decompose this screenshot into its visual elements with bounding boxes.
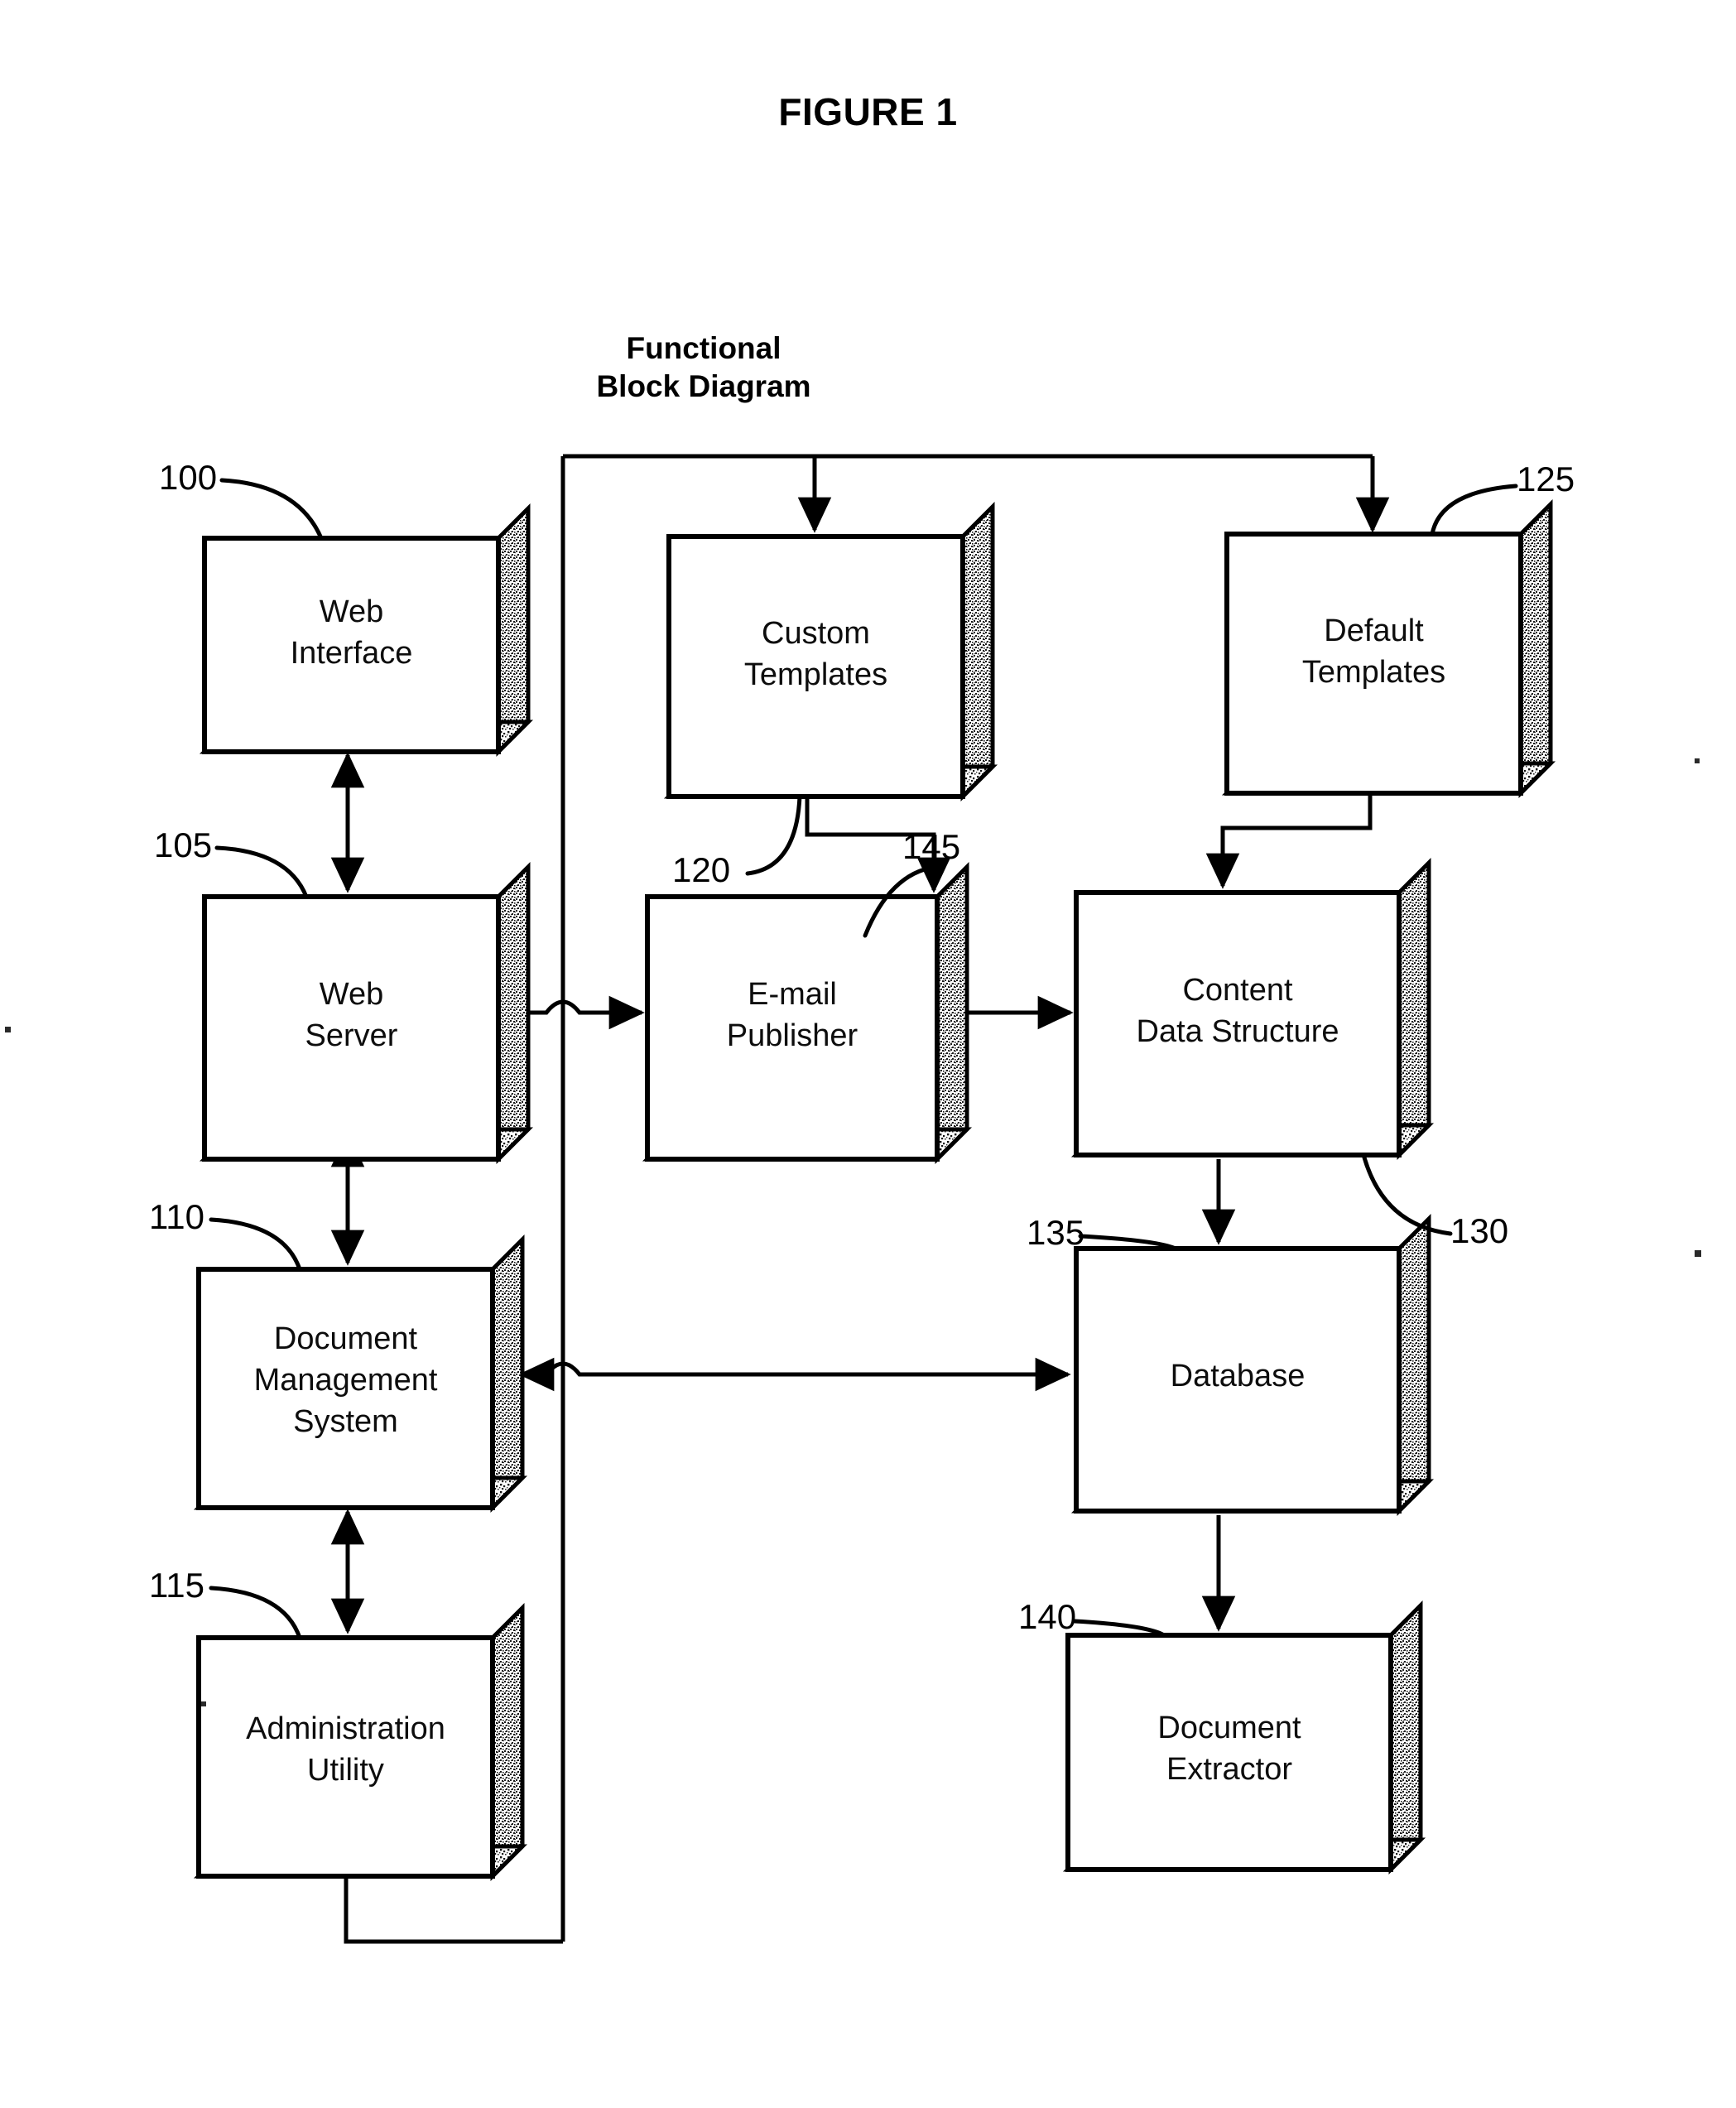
reference-numeral-130: 130	[1450, 1211, 1509, 1250]
block-database[interactable]	[1070, 1213, 1435, 1517]
block-side-face	[490, 1602, 525, 1882]
block-side-face	[1397, 857, 1431, 1161]
block-custom-templates[interactable]	[663, 501, 998, 802]
block-front-face	[666, 534, 965, 799]
reference-numeral-100: 100	[159, 458, 218, 497]
block-side-face	[1518, 498, 1553, 799]
block-diagram-canvas	[5, 454, 1701, 1944]
reference-numeral-110: 110	[149, 1197, 204, 1236]
block-content-data-structure[interactable]	[1070, 857, 1435, 1161]
reference-numeral-120: 120	[672, 850, 731, 889]
block-side-face	[496, 861, 531, 1165]
block-document-management-system[interactable]	[193, 1234, 528, 1514]
block-document-extractor[interactable]	[1062, 1600, 1426, 1875]
edge-default-templates-content-data	[1205, 793, 1373, 889]
reference-numeral-125: 125	[1517, 460, 1575, 498]
block-front-face	[196, 1267, 495, 1510]
block-front-face	[645, 894, 940, 1162]
reference-numeral-105: 105	[154, 825, 213, 864]
block-front-face	[1224, 532, 1523, 796]
block-side-face	[1397, 1213, 1431, 1517]
bus-bottom-return-from-admin	[344, 1876, 563, 1944]
block-administration-utility[interactable]	[193, 1602, 528, 1882]
leader-105	[214, 845, 309, 899]
leader-100	[219, 478, 324, 541]
reference-numeral-115: 115	[149, 1566, 204, 1605]
block-front-face	[202, 536, 501, 754]
leader-125	[1430, 484, 1518, 537]
leader-115	[209, 1586, 302, 1640]
block-side-face	[1388, 1600, 1423, 1875]
leader-130	[1362, 1155, 1453, 1236]
leader-120	[745, 794, 802, 876]
block-web-server[interactable]	[199, 861, 534, 1165]
block-side-face	[496, 503, 531, 758]
block-front-face	[1074, 890, 1402, 1157]
block-web-interface[interactable]	[199, 503, 534, 758]
block-email-publisher[interactable]	[642, 861, 973, 1165]
block-side-face	[935, 861, 969, 1165]
figure-root: FIGURE 1 Functional Block Diagram Web In…	[0, 0, 1736, 2108]
edge-web-server-email-publisher	[527, 995, 645, 1030]
leader-110	[209, 1217, 302, 1272]
reference-numeral-135: 135	[1027, 1213, 1085, 1252]
reference-numeral-145: 145	[902, 827, 961, 866]
diagram-blocks	[193, 498, 1556, 1882]
block-front-face	[202, 894, 501, 1162]
block-default-templates[interactable]	[1221, 498, 1556, 799]
block-side-face	[490, 1234, 525, 1514]
edge-dms-database	[518, 1357, 1071, 1392]
reference-numeral-140: 140	[1018, 1597, 1077, 1636]
block-front-face	[1074, 1246, 1402, 1514]
block-side-face	[960, 501, 995, 802]
block-front-face	[1065, 1633, 1393, 1872]
block-front-face	[196, 1635, 495, 1879]
